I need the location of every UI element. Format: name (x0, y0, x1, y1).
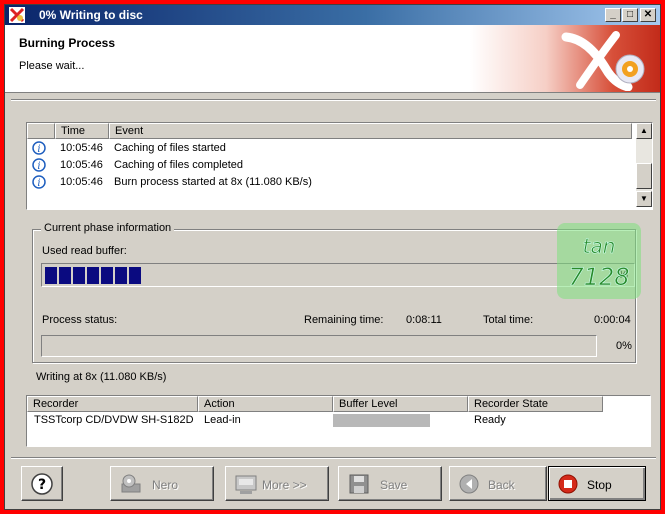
stop-icon (558, 474, 578, 494)
log-time: 10:05:46 (60, 176, 103, 188)
log-column-event[interactable]: Event (109, 123, 632, 139)
log-column-time[interactable]: Time (55, 123, 109, 139)
nero-app-icon (9, 7, 25, 23)
more-button-label: More >> (262, 478, 307, 492)
nero-burn-icon (121, 474, 141, 493)
back-button-label: Back (488, 478, 515, 492)
total-time-value: 0:00:04 (594, 314, 631, 326)
recorder-list[interactable]: Recorder Action Buffer Level Recorder St… (26, 395, 651, 447)
save-button[interactable]: Save (338, 466, 442, 501)
close-button[interactable]: ✕ (640, 8, 656, 22)
back-arrow-icon (459, 474, 479, 494)
total-time-label: Total time: (483, 314, 534, 326)
event-log[interactable]: Time Event i 10:05:46 Caching of files s… (26, 122, 653, 210)
more-button[interactable]: More >> (225, 466, 329, 501)
header-title: Burning Process (19, 36, 116, 50)
log-event: Burn process started at 8x (11.080 KB/s) (114, 176, 312, 188)
watermark-line1: tan (583, 234, 616, 258)
log-header: Time Event (27, 123, 632, 139)
nero-logo-icon (561, 31, 645, 91)
watermark-line2: 7128 (568, 263, 629, 291)
log-scrollbar[interactable]: ▲ ▼ (636, 123, 652, 207)
recorder-buffer-level-bar (333, 414, 430, 427)
buffer-block (59, 267, 71, 284)
header-divider (11, 99, 656, 101)
stop-button[interactable]: Stop (548, 466, 646, 501)
log-row[interactable]: i 10:05:46 Caching of files completed (27, 157, 632, 174)
recorder-column-state[interactable]: Recorder State (468, 396, 603, 412)
maximize-button[interactable]: □ (622, 8, 638, 22)
window-title: 0% Writing to disc (39, 8, 143, 22)
recorder-row[interactable]: TSSTcorp CD/DVDW SH-S182D Lead-in Ready (27, 413, 647, 430)
header-subtitle: Please wait... (19, 60, 85, 72)
info-icon: i (32, 175, 46, 189)
title-bar[interactable]: 0% Writing to disc _ □ ✕ (5, 5, 660, 25)
recorder-name: TSSTcorp CD/DVDW SH-S182D (34, 414, 194, 426)
info-icon: i (32, 141, 46, 155)
burn-window: 0% Writing to disc _ □ ✕ Burning Process… (4, 4, 661, 510)
buffer-block (129, 267, 141, 284)
log-time: 10:05:46 (60, 142, 103, 154)
log-event: Caching of files started (114, 142, 226, 154)
recorder-column-buffer[interactable]: Buffer Level (333, 396, 468, 412)
read-buffer-bar: % (41, 263, 635, 287)
save-button-label: Save (380, 478, 408, 492)
svg-text:i: i (37, 178, 40, 189)
remaining-time-value: 0:08:11 (406, 314, 442, 326)
footer-divider (11, 457, 656, 459)
svg-text:i: i (37, 144, 40, 155)
back-button[interactable]: Back (449, 466, 547, 501)
stop-button-label: Stop (587, 478, 612, 492)
svg-text:i: i (37, 161, 40, 172)
help-icon: ? (31, 473, 53, 495)
recorder-column-recorder[interactable]: Recorder (27, 396, 198, 412)
buffer-block (73, 267, 85, 284)
watermark-image: tan 7128 (557, 223, 641, 299)
save-disk-icon (349, 474, 369, 494)
buffer-block (101, 267, 113, 284)
log-row[interactable]: i 10:05:46 Burn process started at 8x (1… (27, 174, 632, 191)
process-status-label: Process status: (42, 314, 118, 326)
scroll-up-icon[interactable]: ▲ (636, 123, 652, 139)
log-event: Caching of files completed (114, 159, 244, 171)
svg-text:?: ? (38, 477, 46, 493)
minimize-button[interactable]: _ (605, 8, 621, 22)
more-details-icon (235, 475, 257, 494)
phase-group-label: Current phase information (41, 222, 175, 234)
buffer-label: Used read buffer: (42, 245, 127, 257)
wizard-header: Burning Process Please wait... (5, 25, 660, 93)
recorder-column-action[interactable]: Action (198, 396, 333, 412)
buffer-block (115, 267, 127, 284)
writing-speed-status: Writing at 8x (11.080 KB/s) (36, 371, 167, 383)
buffer-block (45, 267, 57, 284)
process-progress-bar (41, 335, 597, 357)
scroll-down-icon[interactable]: ▼ (636, 191, 652, 207)
nero-button[interactable]: Nero (110, 466, 214, 501)
recorder-state: Ready (474, 414, 506, 426)
remaining-time-label: Remaining time: (304, 314, 384, 326)
log-icon-column[interactable] (27, 123, 55, 139)
scroll-thumb[interactable] (636, 163, 652, 189)
nero-button-label: Nero (152, 478, 179, 492)
info-icon: i (32, 158, 46, 172)
recorder-header: Recorder Action Buffer Level Recorder St… (27, 396, 603, 412)
progress-percent: 0% (616, 340, 632, 352)
recorder-action: Lead-in (204, 414, 241, 426)
buffer-block (87, 267, 99, 284)
log-row[interactable]: i 10:05:46 Caching of files started (27, 140, 632, 157)
log-time: 10:05:46 (60, 159, 103, 171)
help-button[interactable]: ? (21, 466, 63, 501)
